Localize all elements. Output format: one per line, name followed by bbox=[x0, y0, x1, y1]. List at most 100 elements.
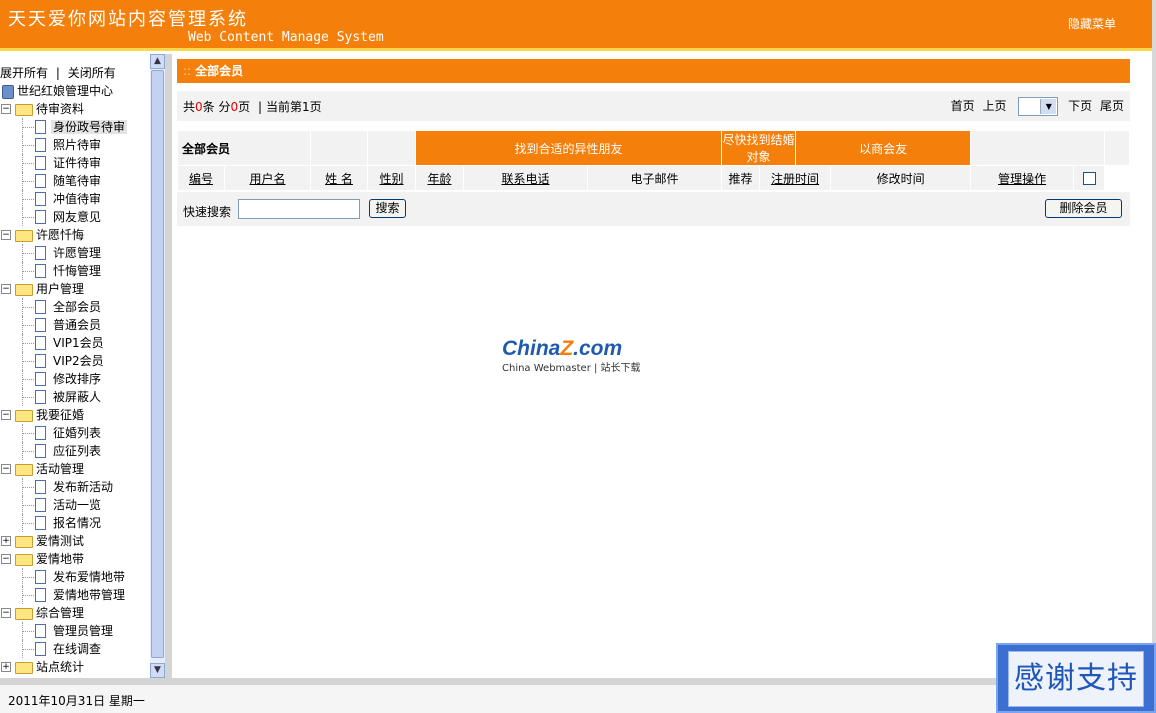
collapse-icon[interactable]: − bbox=[1, 104, 11, 114]
document-icon bbox=[35, 444, 46, 458]
col-register-time[interactable]: 注册时间 bbox=[759, 165, 832, 191]
tab-opposite-sex-friends[interactable]: 找到合适的异性朋友 bbox=[415, 130, 723, 166]
tree-item[interactable]: 网友意见 bbox=[0, 208, 150, 226]
scroll-down-icon[interactable]: ▼ bbox=[150, 663, 165, 678]
prev-page-link[interactable]: 上页 bbox=[982, 99, 1006, 113]
tree-line bbox=[22, 631, 34, 632]
tree-folder[interactable]: + 站点统计 bbox=[0, 658, 150, 676]
col-id[interactable]: 编号 bbox=[177, 165, 225, 191]
tree-folder[interactable]: + 爱情测试 bbox=[0, 532, 150, 550]
tree-item[interactable]: 应征列表 bbox=[0, 442, 150, 460]
select-all-checkbox[interactable] bbox=[1082, 172, 1096, 185]
tree-line bbox=[22, 163, 34, 164]
table-cell bbox=[367, 130, 417, 166]
page-select[interactable]: ▼ bbox=[1018, 97, 1059, 116]
next-page-link[interactable]: 下页 bbox=[1068, 99, 1092, 113]
search-input[interactable] bbox=[238, 199, 360, 219]
tree-item[interactable]: 冲值待审 bbox=[0, 190, 150, 208]
scroll-thumb[interactable] bbox=[151, 70, 164, 658]
expand-icon[interactable]: + bbox=[1, 662, 11, 672]
tree-item-label: 爱情地带 bbox=[36, 552, 85, 566]
collapse-icon[interactable]: − bbox=[1, 230, 11, 240]
tab-find-spouse-visible[interactable]: 尽快找到结婚对象 bbox=[721, 130, 797, 166]
nav-tree: − 待审资料身份政号待审照片待审 证件待审 随笔待审 冲值待审 网友意见 − 许愿忏悔 许愿管理… bbox=[0, 100, 150, 676]
pager-bar: 共0条 分0页 | 当前第1页 首页 上页 ▼ 下页 尾页 bbox=[177, 91, 1130, 121]
collapse-all-link[interactable]: 关闭所有 bbox=[68, 66, 116, 80]
tree-item[interactable]: 证件待审 bbox=[0, 154, 150, 172]
first-page-link[interactable]: 首页 bbox=[951, 99, 975, 113]
chevron-down-icon[interactable]: ▼ bbox=[1040, 99, 1057, 114]
tree-item[interactable]: 在线调查 bbox=[0, 640, 150, 658]
col-actions[interactable]: 管理操作 bbox=[970, 165, 1075, 191]
tree-item[interactable]: 许愿管理 bbox=[0, 244, 150, 262]
tree-item[interactable]: 报名情况 bbox=[0, 514, 150, 532]
col-phone[interactable]: 联系电话 bbox=[463, 165, 589, 191]
col-gender[interactable]: 性别 bbox=[367, 165, 417, 191]
tree-folder[interactable]: − 活动管理 bbox=[0, 460, 150, 478]
tree-folder[interactable]: − 爱情地带 bbox=[0, 550, 150, 568]
tree-folder[interactable]: − 许愿忏悔 bbox=[0, 226, 150, 244]
main-content: :: 全部会员 共0条 分0页 | 当前第1页 首页 上页 ▼ 下页 尾页 全部会员… bbox=[172, 54, 1152, 678]
tree-line bbox=[22, 361, 34, 362]
tree-item[interactable]: 征婚列表 bbox=[0, 424, 150, 442]
tree-line bbox=[22, 451, 34, 452]
search-button[interactable]: 搜索 bbox=[369, 199, 406, 218]
table-cell bbox=[970, 130, 1106, 166]
document-icon bbox=[35, 210, 46, 224]
frame-splitter[interactable] bbox=[165, 54, 172, 678]
tree-item[interactable]: 活动一览 bbox=[0, 496, 150, 514]
tree-item[interactable]: 修改排序 bbox=[0, 370, 150, 388]
document-icon bbox=[35, 246, 46, 260]
hide-menu-link[interactable]: 隐藏菜单 bbox=[1068, 15, 1116, 32]
col-username[interactable]: 用户名 bbox=[223, 165, 312, 191]
tree-folder[interactable]: − 用户管理 bbox=[0, 280, 150, 298]
collapse-icon[interactable]: − bbox=[1, 464, 11, 474]
scroll-up-icon[interactable]: ▲ bbox=[150, 54, 165, 69]
tree-item[interactable]: 被屏蔽人 bbox=[0, 388, 150, 406]
collapse-icon[interactable]: − bbox=[1, 284, 11, 294]
thanks-badge-text: 感谢支持 bbox=[1008, 651, 1144, 707]
tree-line bbox=[22, 397, 34, 398]
document-icon bbox=[35, 174, 46, 188]
delete-member-button[interactable]: 删除会员 bbox=[1045, 199, 1122, 218]
last-page-link[interactable]: 尾页 bbox=[1100, 99, 1124, 113]
search-bar: 快速搜索 搜索 删除会员 bbox=[177, 192, 1130, 226]
document-icon bbox=[35, 120, 46, 134]
tree-line bbox=[22, 271, 34, 272]
tree-item[interactable]: 发布新活动 bbox=[0, 478, 150, 496]
table-cell bbox=[310, 130, 369, 166]
tree-item-label: 身份政号待审 bbox=[51, 120, 128, 134]
thanks-badge[interactable]: 感谢支持 bbox=[996, 643, 1156, 713]
select-all-checkbox-cell[interactable] bbox=[1073, 165, 1106, 191]
tree-item[interactable]: 全部会员 bbox=[0, 298, 150, 316]
tree-item[interactable]: VIP1会员 bbox=[0, 334, 150, 352]
tree-root[interactable]: 世纪红娘管理中心 bbox=[2, 82, 113, 99]
tree-item[interactable]: 爱情地带管理 bbox=[0, 586, 150, 604]
collapse-icon[interactable]: − bbox=[1, 608, 11, 618]
tree-item[interactable]: 随笔待审 bbox=[0, 172, 150, 190]
col-name[interactable]: 姓 名 bbox=[310, 165, 369, 191]
tree-item[interactable]: 发布爱情地带 bbox=[0, 568, 150, 586]
tree-item[interactable]: 管理员管理 bbox=[0, 622, 150, 640]
tree-item-label: 发布新活动 bbox=[53, 480, 114, 494]
col-email: 电子邮件 bbox=[587, 165, 723, 191]
tree-item[interactable]: VIP2会员 bbox=[0, 352, 150, 370]
tree-item[interactable]: 身份政号待审 bbox=[0, 118, 150, 136]
tree-line bbox=[22, 505, 34, 506]
collapse-icon[interactable]: − bbox=[1, 410, 11, 420]
expand-all-link[interactable]: 展开所有 bbox=[0, 66, 48, 80]
member-table: 全部会员 找到合适的异性朋友 尽快找到结婚对象 尽快找到结婚对象 以商会友 以商… bbox=[176, 130, 1130, 191]
tree-item[interactable]: 照片待审 bbox=[0, 136, 150, 154]
tree-folder[interactable]: − 综合管理 bbox=[0, 604, 150, 622]
tab-business-friends-visible[interactable]: 以商会友 bbox=[795, 130, 972, 166]
status-date: 2011年10月31日 星期一 bbox=[8, 694, 145, 708]
document-icon bbox=[35, 570, 46, 584]
col-age[interactable]: 年龄 bbox=[415, 165, 465, 191]
sidebar-scrollbar[interactable]: ▲ ▼ bbox=[150, 54, 165, 678]
expand-icon[interactable]: + bbox=[1, 536, 11, 546]
collapse-icon[interactable]: − bbox=[1, 554, 11, 564]
tree-folder[interactable]: − 待审资料 bbox=[0, 100, 150, 118]
tree-item[interactable]: 忏悔管理 bbox=[0, 262, 150, 280]
tree-folder[interactable]: − 我要征婚 bbox=[0, 406, 150, 424]
tree-item[interactable]: 普通会员 bbox=[0, 316, 150, 334]
